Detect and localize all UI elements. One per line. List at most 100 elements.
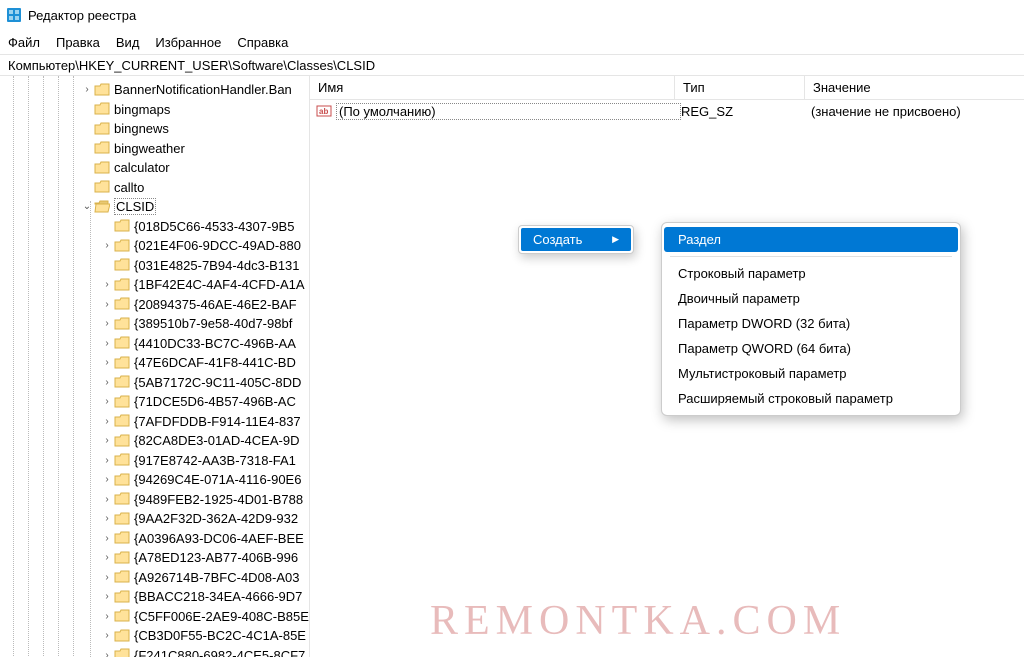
expand-icon[interactable]: › xyxy=(100,377,114,388)
tree-item[interactable]: ›{A0396A93-DC06-4AEF-BEE xyxy=(0,529,309,549)
menu-item[interactable]: Параметр DWORD (32 бита) xyxy=(664,311,958,336)
folder-icon xyxy=(114,492,130,506)
expand-icon[interactable]: › xyxy=(100,552,114,563)
tree-item[interactable]: › {021E4F06-9DCC-49AD-880 xyxy=(0,236,309,256)
tree-item-label: {82CA8DE3-01AD-4CEA-9D xyxy=(134,433,299,448)
expand-icon[interactable]: › xyxy=(100,591,114,602)
expand-icon[interactable]: › xyxy=(100,299,114,310)
expand-icon[interactable]: › xyxy=(100,279,114,290)
tree-panel[interactable]: ›BannerNotificationHandler.Banbingmapsbi… xyxy=(0,76,310,657)
col-value[interactable]: Значение xyxy=(805,76,1024,99)
tree-item[interactable]: ›{5AB7172C-9C11-405C-8DD xyxy=(0,373,309,393)
tree-item[interactable]: calculator xyxy=(0,158,309,178)
string-value-icon: ab xyxy=(316,103,332,119)
expand-icon[interactable]: ⌄ xyxy=(80,201,94,212)
menu-view[interactable]: Вид xyxy=(116,35,140,50)
menu-favorites[interactable]: Избранное xyxy=(155,35,221,50)
value-row[interactable]: ab (По умолчанию) REG_SZ (значение не пр… xyxy=(310,100,1024,122)
folder-icon xyxy=(114,239,130,253)
expand-icon[interactable]: › xyxy=(100,513,114,524)
folder-icon xyxy=(94,122,110,136)
tree-item[interactable]: › {CB3D0F55-BC2C-4C1A-85E xyxy=(0,626,309,646)
folder-icon xyxy=(94,161,110,175)
menu-item[interactable]: Параметр QWORD (64 бита) xyxy=(664,336,958,361)
expand-icon[interactable]: › xyxy=(100,474,114,485)
tree-item[interactable]: › {1BF42E4C-4AF4-4CFD-A1A xyxy=(0,275,309,295)
tree-item-label: {917E8742-AA3B-7318-FA1 xyxy=(134,453,296,468)
address-bar[interactable]: Компьютер\HKEY_CURRENT_USER\Software\Cla… xyxy=(0,54,1024,76)
tree-item[interactable]: ›{389510b7-9e58-40d7-98bf xyxy=(0,314,309,334)
tree-item[interactable]: ›{A78ED123-AB77-406B-996 xyxy=(0,548,309,568)
tree-item[interactable]: › {82CA8DE3-01AD-4CEA-9D xyxy=(0,431,309,451)
tree-item[interactable]: bingweather xyxy=(0,139,309,159)
context-menu: Раздел Строковый параметрДвоичный парамет… xyxy=(661,222,961,416)
folder-icon xyxy=(114,434,130,448)
tree-item[interactable]: {031E4825-7B94-4dc3-B131 xyxy=(0,256,309,276)
tree-item[interactable]: ›{20894375-46AE-46E2-BAF xyxy=(0,295,309,315)
regedit-icon xyxy=(6,7,22,23)
expand-icon[interactable]: › xyxy=(80,84,94,95)
tree-item-label: {94269C4E-071A-4116-90E6 xyxy=(134,472,301,487)
expand-icon[interactable]: › xyxy=(100,611,114,622)
menu-edit[interactable]: Правка xyxy=(56,35,100,50)
tree-item[interactable]: ›{71DCE5D6-4B57-496B-AC xyxy=(0,392,309,412)
tree-item[interactable]: ›{4410DC33-BC7C-496B-AA xyxy=(0,334,309,354)
expand-icon[interactable]: › xyxy=(100,396,114,407)
tree-item[interactable]: › {BBACC218-34EA-4666-9D7 xyxy=(0,587,309,607)
tree-item[interactable]: {018D5C66-4533-4307-9B5 xyxy=(0,217,309,237)
expand-icon[interactable]: › xyxy=(100,455,114,466)
tree-item-label: {BBACC218-34EA-4666-9D7 xyxy=(134,589,302,604)
expand-icon[interactable]: › xyxy=(100,494,114,505)
menu-item[interactable]: Строковый параметр xyxy=(664,261,958,286)
tree-item[interactable]: › {C5FF006E-2AE9-408C-B85E xyxy=(0,607,309,627)
tree-item-label: {1BF42E4C-4AF4-4CFD-A1A xyxy=(134,277,305,292)
expand-icon[interactable]: › xyxy=(100,533,114,544)
folder-icon xyxy=(114,297,130,311)
tree-item[interactable]: › {A926714B-7BFC-4D08-A03 xyxy=(0,568,309,588)
expand-icon[interactable]: › xyxy=(100,650,114,657)
menu-help[interactable]: Справка xyxy=(237,35,288,50)
col-type[interactable]: Тип xyxy=(675,76,805,99)
tree-item[interactable]: ⌄ CLSID xyxy=(0,197,309,217)
expand-icon[interactable]: › xyxy=(100,416,114,427)
tree-item[interactable]: callto xyxy=(0,178,309,198)
folder-open-icon xyxy=(94,200,110,214)
tree-item-label: {A926714B-7BFC-4D08-A03 xyxy=(134,570,300,585)
tree-item-label: {9AA2F32D-362A-42D9-932 xyxy=(134,511,298,526)
menu-item[interactable]: Раздел xyxy=(664,227,958,252)
expand-icon[interactable]: › xyxy=(100,357,114,368)
menu-item[interactable]: Мультистроковый параметр xyxy=(664,361,958,386)
tree-item-label: {021E4F06-9DCC-49AD-880 xyxy=(134,238,301,253)
folder-icon xyxy=(114,531,130,545)
tree-item[interactable]: › {F241C880-6982-4CE5-8CF7 xyxy=(0,646,309,657)
submenu-create[interactable]: Создать ▶ xyxy=(521,228,631,251)
tree-item-label: bingnews xyxy=(114,121,169,136)
expand-icon[interactable]: › xyxy=(100,630,114,641)
tree-item-label: {CB3D0F55-BC2C-4C1A-85E xyxy=(134,628,306,643)
tree-item-label: {C5FF006E-2AE9-408C-B85E xyxy=(134,609,309,624)
expand-icon[interactable]: › xyxy=(100,240,114,251)
tree-item[interactable]: › {917E8742-AA3B-7318-FA1 xyxy=(0,451,309,471)
tree-item[interactable]: ›BannerNotificationHandler.Ban xyxy=(0,80,309,100)
tree-item-label: callto xyxy=(114,180,144,195)
expand-icon[interactable]: › xyxy=(100,435,114,446)
folder-icon xyxy=(94,102,110,116)
menu-item[interactable]: Двоичный параметр xyxy=(664,286,958,311)
tree-item-label: CLSID xyxy=(114,198,156,215)
tree-item-label: {F241C880-6982-4CE5-8CF7 xyxy=(134,648,305,657)
folder-icon xyxy=(114,395,130,409)
menu-item[interactable]: Расширяемый строковый параметр xyxy=(664,386,958,411)
menu-file[interactable]: Файл xyxy=(8,35,40,50)
tree-item[interactable]: bingmaps xyxy=(0,100,309,120)
tree-item[interactable]: ›{7AFDFDDB-F914-11E4-837 xyxy=(0,412,309,432)
tree-item[interactable]: ›{9489FEB2-1925-4D01-B788 xyxy=(0,490,309,510)
expand-icon[interactable]: › xyxy=(100,338,114,349)
tree-item[interactable]: bingnews xyxy=(0,119,309,139)
col-name[interactable]: Имя xyxy=(310,76,675,99)
window-title: Редактор реестра xyxy=(28,8,136,23)
tree-item[interactable]: ›{47E6DCAF-41F8-441C-BD xyxy=(0,353,309,373)
tree-item[interactable]: › {9AA2F32D-362A-42D9-932 xyxy=(0,509,309,529)
tree-item[interactable]: › {94269C4E-071A-4116-90E6 xyxy=(0,470,309,490)
expand-icon[interactable]: › xyxy=(100,572,114,583)
expand-icon[interactable]: › xyxy=(100,318,114,329)
